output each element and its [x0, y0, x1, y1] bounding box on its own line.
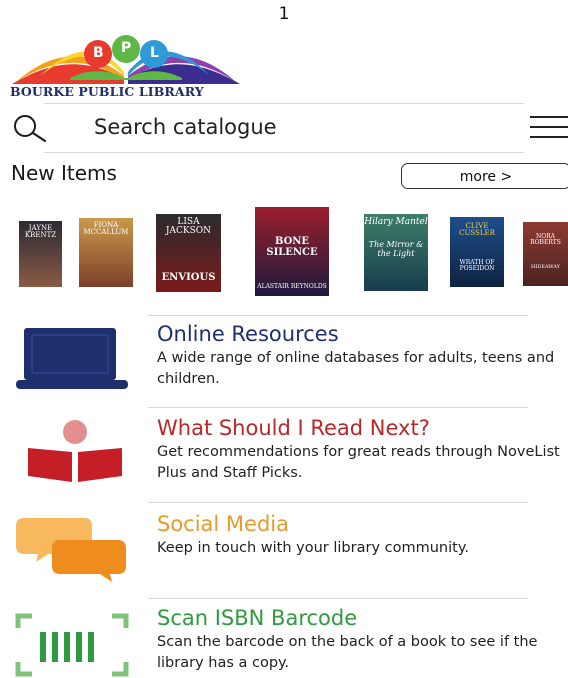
social-media-title: Social Media — [157, 512, 290, 536]
scan-barcode-title: Scan ISBN Barcode — [157, 606, 358, 630]
search-input[interactable] — [94, 112, 494, 142]
divider — [148, 502, 528, 503]
social-media-item[interactable]: Social Media Keep in touch with your lib… — [0, 508, 568, 596]
book-cover[interactable]: CLIVE CUSSLER WRATH OF POSEIDON — [450, 217, 504, 287]
divider — [44, 152, 524, 153]
more-button[interactable]: more > — [401, 163, 568, 189]
chat-bubbles-icon — [16, 518, 126, 582]
search-icon[interactable] — [12, 114, 48, 142]
cover-title: ENVIOUS — [161, 271, 216, 283]
book-cover[interactable]: LISA JACKSON ENVIOUS — [156, 214, 221, 292]
cover-title: The Mirror & the Light — [368, 240, 424, 258]
cover-author: NORA ROBERTS — [530, 233, 561, 247]
cover-author: JAYNE KRENTZ — [24, 224, 57, 240]
scan-barcode-item[interactable]: Scan ISBN Barcode Scan the barcode on th… — [0, 604, 568, 677]
online-resources-description: A wide range of online databases for adu… — [157, 350, 555, 387]
cover-author: CLIVE CUSSLER — [459, 222, 495, 238]
divider — [148, 407, 528, 408]
laptop-icon — [16, 328, 128, 389]
cover-title: HIDEAWAY — [530, 263, 560, 270]
scan-barcode-description: Scan the barcode on the back of a book t… — [157, 634, 538, 671]
cover-author: Hilary Mantel — [364, 217, 428, 227]
reader-icon — [28, 420, 122, 482]
book-cover[interactable]: FIONA MCCALLUM — [79, 218, 133, 287]
library-logo[interactable]: B P L BOURKE PUBLIC LIBRARY — [10, 32, 242, 100]
divider — [44, 103, 524, 104]
online-resources-title: Online Resources — [157, 322, 339, 346]
barcode-icon — [15, 613, 129, 677]
book-cover[interactable]: JAYNE KRENTZ — [19, 221, 62, 287]
divider — [148, 598, 528, 599]
logo-letter-p: P — [121, 40, 132, 56]
logo-letter-b: B — [93, 45, 104, 61]
book-cover[interactable]: BONE SILENCE ALASTAIR REYNOLDS — [255, 207, 329, 296]
page-indicator: 1 — [278, 4, 290, 24]
read-next-item[interactable]: What Should I Read Next? Get recommendat… — [0, 412, 568, 500]
social-media-description: Keep in touch with your library communit… — [157, 540, 469, 556]
book-cover[interactable]: NORA ROBERTS HIDEAWAY — [523, 222, 568, 286]
new-items-title: New Items — [11, 161, 117, 185]
search-bar — [0, 106, 568, 150]
cover-title: BONE SILENCE — [266, 236, 318, 258]
online-resources-item[interactable]: Online Resources A wide range of online … — [0, 318, 568, 406]
logo-letter-l: L — [150, 45, 159, 61]
read-next-title: What Should I Read Next? — [157, 416, 430, 440]
book-cover[interactable]: Hilary Mantel The Mirror & the Light — [364, 214, 428, 291]
cover-author: ALASTAIR REYNOLDS — [257, 283, 327, 290]
hamburger-menu-icon[interactable] — [530, 116, 568, 140]
cover-author: LISA JACKSON — [165, 217, 212, 237]
cover-author: FIONA MCCALLUM — [83, 221, 129, 237]
cover-title: WRATH OF POSEIDON — [459, 258, 495, 272]
divider — [148, 315, 528, 316]
library-name: BOURKE PUBLIC LIBRARY — [10, 84, 204, 99]
read-next-description: Get recommendations for great reads thro… — [157, 444, 560, 481]
